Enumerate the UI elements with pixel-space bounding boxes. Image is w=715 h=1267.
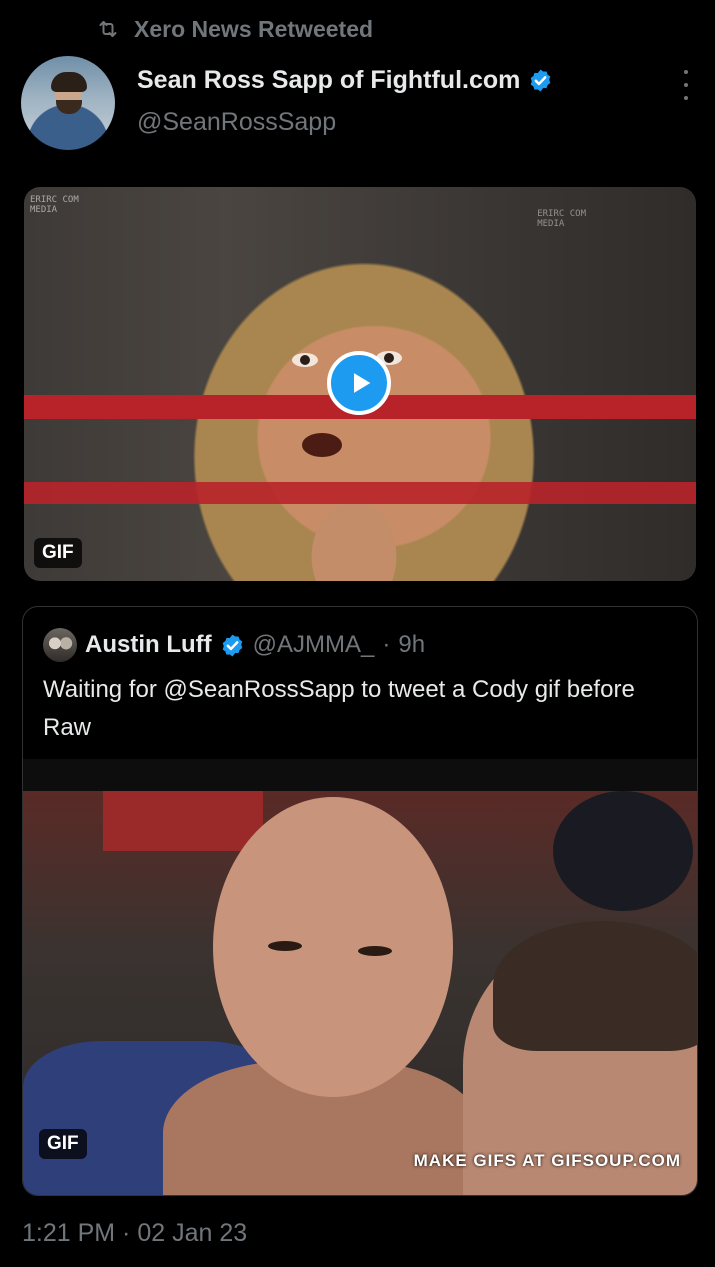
media-watermark-left: ERIRC COM MEDIA [30,195,79,215]
quoted-author-name[interactable]: Austin Luff [85,631,212,659]
more-dot [684,96,688,100]
gif-badge: GIF [34,538,82,568]
media-watermark-right: ERIRC COM MEDIA [537,209,586,229]
more-options-icon[interactable] [676,70,696,100]
quoted-gif-media[interactable]: GIF MAKE GIFS AT GIFSOUP.COM [23,759,697,1195]
background-banner [103,791,263,851]
quoted-tweet-header: Austin Luff @AJMMA_ · 9h [43,627,425,663]
tweet-timestamp[interactable]: 1:21 PM · 02 Jan 23 [22,1219,247,1248]
more-dot [684,70,688,74]
face-mouth [302,433,342,457]
face-eye [292,353,318,367]
tweet-gif-media[interactable]: ERIRC COM MEDIA ERIRC COM MEDIA GIF [24,187,696,581]
header-separator: · [382,631,391,658]
gif-watermark: MAKE GIFS AT GIFSOUP.COM [413,1151,681,1170]
avatar-hair [51,72,87,92]
person-eye [268,941,302,951]
play-button[interactable] [327,351,391,415]
quoted-tweet-time[interactable]: 9h [398,631,425,659]
quoted-tweet[interactable]: Austin Luff @AJMMA_ · 9h Waiting for @Se… [22,606,698,1196]
author-name-text: Sean Ross Sapp of Fightful.com [137,66,521,94]
verified-badge-icon [222,634,242,656]
author-avatar[interactable] [21,56,115,150]
gif-badge: GIF [39,1129,87,1159]
play-icon [354,373,371,393]
background-figure [553,791,693,911]
author-handle[interactable]: @SeanRossSapp [137,108,336,137]
quoted-author-handle[interactable]: @AJMMA_ [253,631,375,659]
retweet-label: Xero News Retweeted [134,15,374,42]
gif-scene [23,791,697,1195]
person-eye [358,946,392,956]
avatar-beard [56,100,82,114]
more-dot [684,83,688,87]
person-head [213,797,453,1097]
verified-badge-icon [531,69,551,92]
retweet-context[interactable]: Xero News Retweeted [96,14,373,44]
author-name[interactable]: Sean Ross Sapp of Fightful.com [137,66,553,95]
quoted-tweet-text: Waiting for @SeanRossSapp to tweet a Cod… [43,676,635,741]
retweet-icon [99,21,117,37]
right-person-hair [493,921,697,1051]
ring-rope [24,482,696,504]
quoted-author-avatar[interactable] [43,628,77,662]
